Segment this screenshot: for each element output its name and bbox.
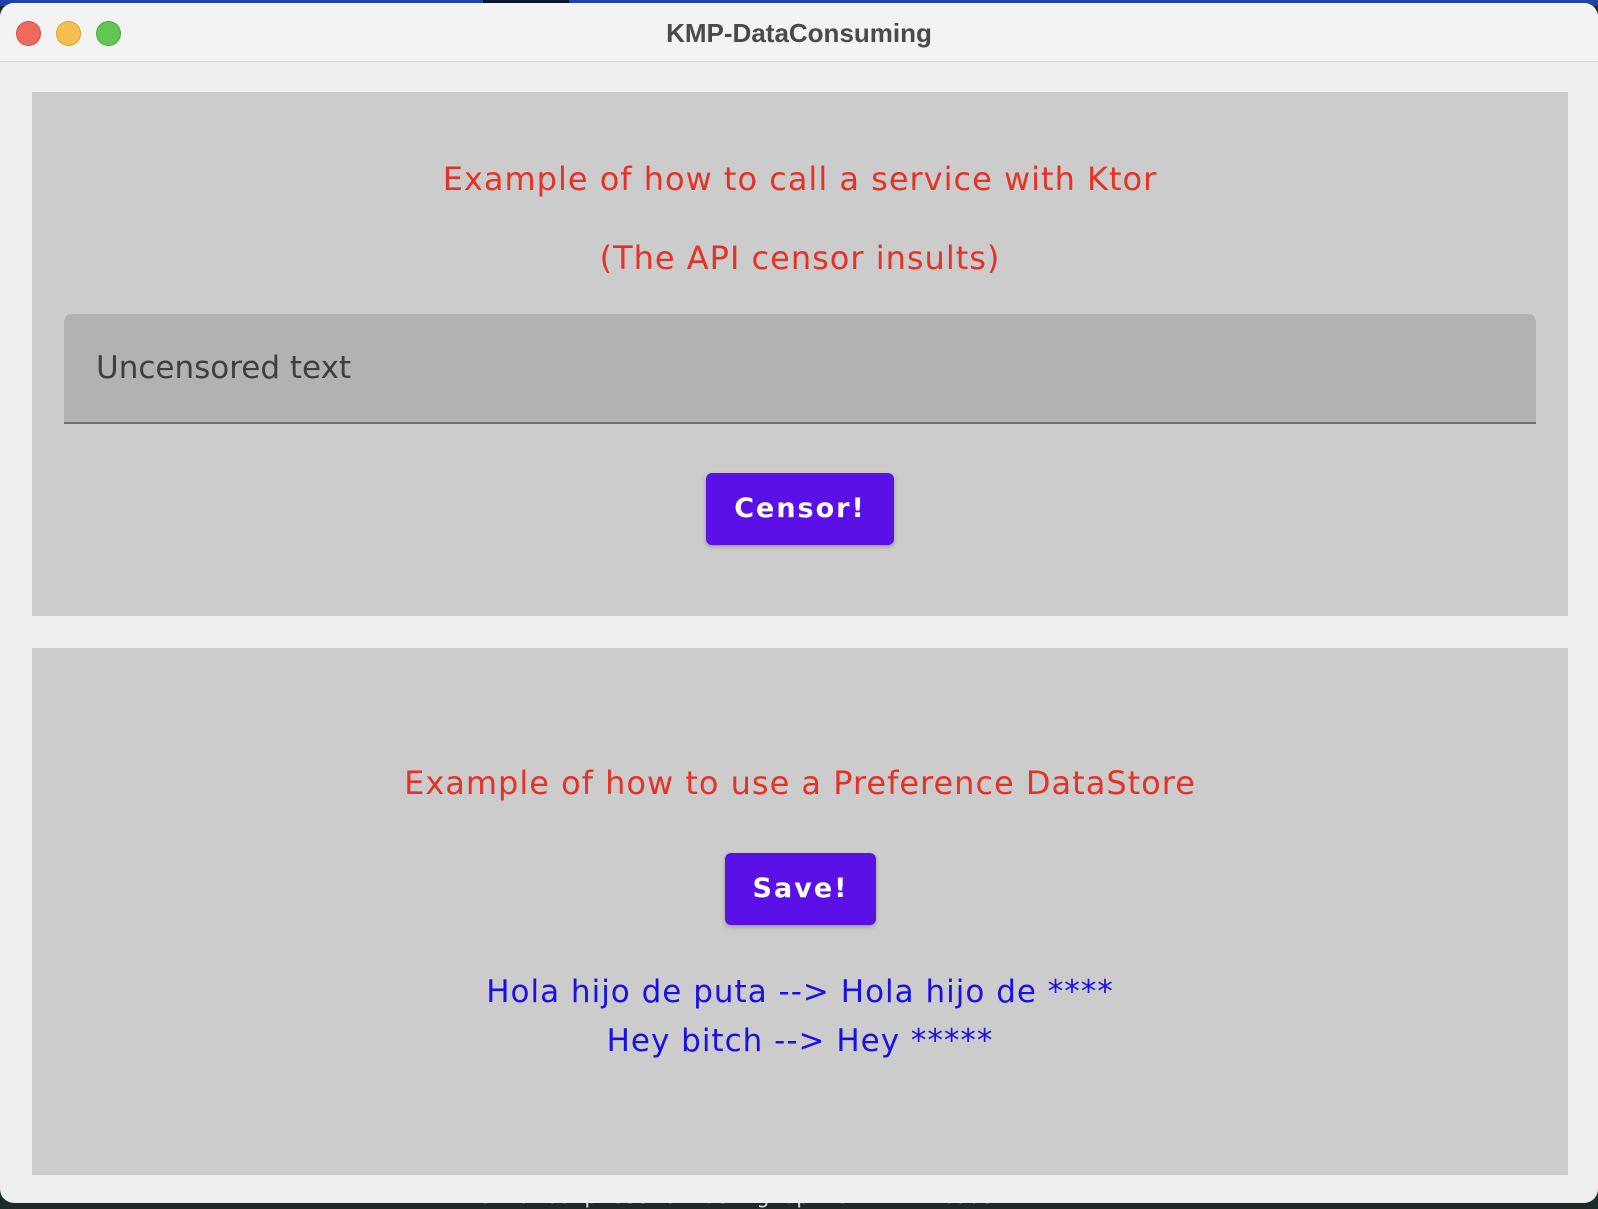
ktor-subheading: (The API censor insults) [599, 239, 1001, 277]
saved-example-item: Hola hijo de puta --> Hola hijo de **** [486, 974, 1114, 1010]
saved-examples-list: Hola hijo de puta --> Hola hijo de **** … [32, 968, 1568, 1066]
title-bar[interactable]: KMP-DataConsuming [0, 3, 1598, 62]
window-title: KMP-DataConsuming [666, 18, 932, 48]
ktor-heading: Example of how to call a service with Kt… [442, 160, 1158, 198]
uncensored-text-input[interactable] [64, 314, 1536, 422]
ktor-section: Example of how to call a service with Kt… [32, 92, 1568, 616]
save-button[interactable]: Save! [725, 853, 876, 925]
datastore-heading: Example of how to use a Preference DataS… [404, 764, 1196, 802]
app-window: KMP-DataConsuming Example of how to call… [0, 3, 1598, 1203]
saved-example-item: Hey bitch --> Hey ***** [606, 1023, 994, 1059]
censor-button[interactable]: Censor! [706, 473, 894, 545]
datastore-section: Example of how to use a Preference DataS… [32, 648, 1568, 1175]
uncensored-text-field[interactable] [64, 314, 1536, 424]
